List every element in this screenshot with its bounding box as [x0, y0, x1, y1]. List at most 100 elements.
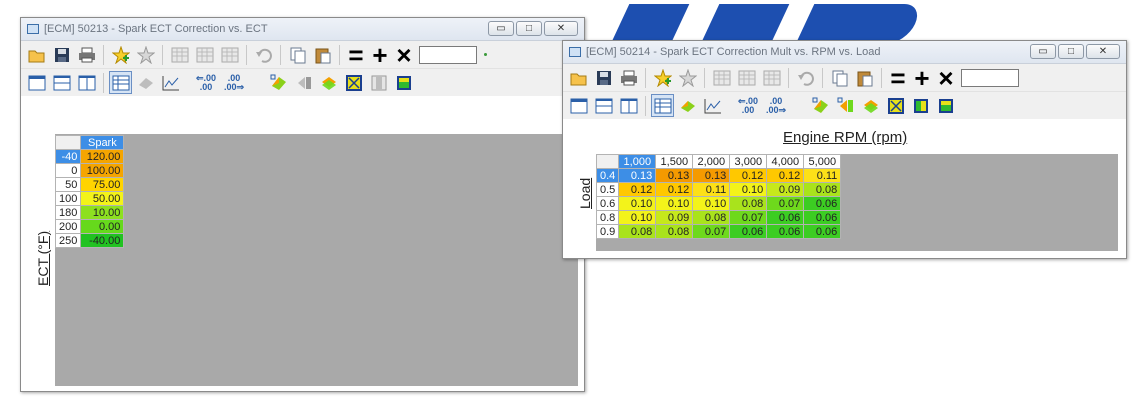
layout-single-icon[interactable]: [25, 71, 48, 94]
multiply-icon[interactable]: ×: [393, 42, 415, 68]
column-fill-icon[interactable]: [909, 94, 932, 117]
table-cell[interactable]: 0.13: [692, 168, 731, 183]
maximize-button[interactable]: □: [516, 21, 542, 36]
save-icon[interactable]: [50, 43, 73, 66]
table-cell[interactable]: 0.12: [618, 182, 657, 197]
table-cell[interactable]: 0.08: [729, 196, 768, 211]
layout-horizontal-split-icon[interactable]: [50, 71, 73, 94]
row-header[interactable]: 0.9: [595, 224, 620, 239]
decimal-increase-icon[interactable]: .00 .00⇒: [763, 94, 789, 117]
table-cell[interactable]: 0.06: [729, 224, 768, 239]
plus-icon[interactable]: +: [369, 42, 391, 68]
table-cell[interactable]: 0.08: [803, 182, 842, 197]
layout-vertical-split-icon[interactable]: [75, 71, 98, 94]
table-cell[interactable]: 0.09: [655, 210, 694, 225]
row-fill-icon[interactable]: [934, 94, 957, 117]
favorite-add-icon[interactable]: [651, 66, 674, 89]
fill-selection-icon[interactable]: [884, 94, 907, 117]
table-cell[interactable]: 0.06: [766, 224, 805, 239]
line-graph-icon[interactable]: [159, 71, 182, 94]
row-header[interactable]: 50: [54, 177, 82, 192]
column-fill-icon[interactable]: [367, 71, 390, 94]
decimal-decrease-icon[interactable]: ⇐.00 .00: [193, 71, 219, 94]
layout-single-icon[interactable]: [567, 94, 590, 117]
row-header[interactable]: 180: [54, 205, 82, 220]
table-grid-icon[interactable]: [193, 43, 216, 66]
table-cell[interactable]: 75.00: [80, 177, 125, 192]
value-input[interactable]: [419, 45, 477, 64]
folder-open-icon[interactable]: [25, 43, 48, 66]
smooth-icon[interactable]: [292, 71, 315, 94]
favorite-remove-icon[interactable]: [134, 43, 157, 66]
undo-icon[interactable]: [252, 43, 275, 66]
plus-icon[interactable]: +: [911, 65, 933, 91]
fill-layer-icon[interactable]: [859, 94, 882, 117]
table-cell[interactable]: 10.00: [80, 205, 125, 220]
surface-3d-icon[interactable]: [676, 94, 699, 117]
table-cell[interactable]: 0.08: [618, 224, 657, 239]
column-header-spark[interactable]: Spark: [80, 135, 125, 150]
favorite-add-icon[interactable]: [109, 43, 132, 66]
fill-layer-icon[interactable]: [317, 71, 340, 94]
table-grid-icon[interactable]: [218, 43, 241, 66]
table-cell[interactable]: 0.13: [655, 168, 694, 183]
table-cell[interactable]: 120.00: [80, 149, 125, 164]
fill-selection-icon[interactable]: [342, 71, 365, 94]
table-cell[interactable]: 0.07: [766, 196, 805, 211]
row-header[interactable]: 0.4: [595, 168, 620, 183]
table-cell[interactable]: 50.00: [80, 191, 125, 206]
table-cell[interactable]: 0.08: [655, 224, 694, 239]
table-cell[interactable]: 0.06: [803, 210, 842, 225]
minimize-button[interactable]: ▭: [1030, 44, 1056, 59]
decimal-increase-icon[interactable]: .00 .00⇒: [221, 71, 247, 94]
row-header[interactable]: 0.5: [595, 182, 620, 197]
print-icon[interactable]: [617, 66, 640, 89]
table-cell[interactable]: 0.07: [729, 210, 768, 225]
equals-icon[interactable]: =: [887, 65, 909, 91]
table-cell[interactable]: 0.10: [692, 196, 731, 211]
table-cell[interactable]: 0.08: [692, 210, 731, 225]
row-header[interactable]: 0.8: [595, 210, 620, 225]
column-header[interactable]: 4,000: [766, 154, 805, 169]
row-header[interactable]: 100: [54, 191, 82, 206]
table-cell[interactable]: 0.13: [618, 168, 657, 183]
table-cell[interactable]: 0.10: [618, 210, 657, 225]
table-cell[interactable]: -40.00: [80, 233, 125, 248]
table-cell[interactable]: 0.06: [803, 196, 842, 211]
folder-open-icon[interactable]: [567, 66, 590, 89]
table-cell[interactable]: 0.12: [766, 168, 805, 183]
minimize-button[interactable]: ▭: [488, 21, 514, 36]
column-header[interactable]: 3,000: [729, 154, 768, 169]
undo-icon[interactable]: [794, 66, 817, 89]
value-input[interactable]: [961, 68, 1019, 87]
table-cell[interactable]: 0.10: [618, 196, 657, 211]
column-header[interactable]: 5,000: [803, 154, 842, 169]
window-titlebar[interactable]: [ECM] 50213 - Spark ECT Correction vs. E…: [21, 18, 584, 41]
interpolate-icon[interactable]: [267, 71, 290, 94]
row-fill-icon[interactable]: [392, 71, 415, 94]
interpolate-icon[interactable]: [809, 94, 832, 117]
maximize-button[interactable]: □: [1058, 44, 1084, 59]
layout-horizontal-split-icon[interactable]: [592, 94, 615, 117]
table-cell[interactable]: 0.11: [692, 182, 731, 197]
table-grid-icon[interactable]: [735, 66, 758, 89]
table-cell[interactable]: 100.00: [80, 163, 125, 178]
equals-icon[interactable]: =: [345, 42, 367, 68]
row-header[interactable]: -40: [54, 149, 82, 164]
multiply-icon[interactable]: ×: [935, 65, 957, 91]
close-button[interactable]: ✕: [1086, 44, 1120, 59]
copy-icon[interactable]: [286, 43, 309, 66]
row-header[interactable]: 0: [54, 163, 82, 178]
window-titlebar[interactable]: [ECM] 50214 - Spark ECT Correction Mult …: [563, 41, 1126, 64]
smooth-icon[interactable]: [834, 94, 857, 117]
table-cell[interactable]: 0.11: [803, 168, 842, 183]
paste-icon[interactable]: [853, 66, 876, 89]
column-header[interactable]: 2,000: [692, 154, 731, 169]
table-grid-icon[interactable]: [760, 66, 783, 89]
row-header[interactable]: 0.6: [595, 196, 620, 211]
table-grid-icon[interactable]: [710, 66, 733, 89]
row-header[interactable]: 250: [54, 233, 82, 248]
print-icon[interactable]: [75, 43, 98, 66]
ect-correction-table[interactable]: Spark -40 120.00 0 100.00 50 75.00 100 50.00 180…: [54, 135, 125, 248]
paste-icon[interactable]: [311, 43, 334, 66]
